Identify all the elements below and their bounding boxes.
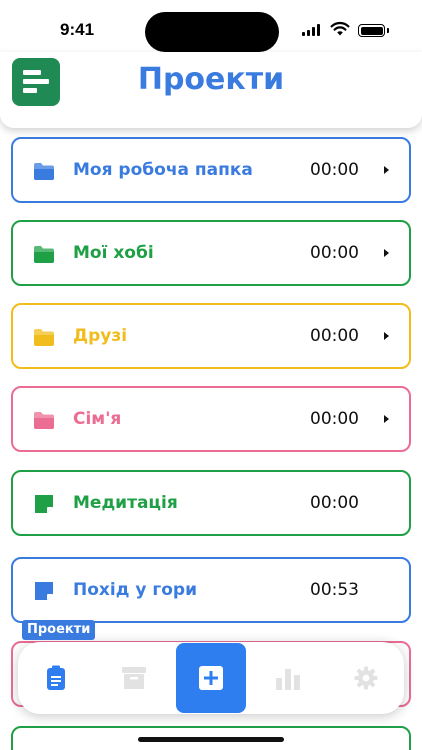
tab-label-badge: Проекти: [22, 620, 96, 640]
nav-projects-button[interactable]: [20, 642, 92, 714]
nav-settings-button[interactable]: [330, 642, 402, 714]
project-card[interactable]: Медитація 00:00: [11, 470, 411, 536]
project-card[interactable]: Мої хобі 00:00: [11, 220, 411, 286]
project-time: 00:00: [310, 243, 359, 263]
project-time: 00:00: [310, 409, 359, 429]
note-icon: [35, 582, 53, 600]
archive-icon: [122, 667, 146, 689]
project-card[interactable]: Друзі 00:00: [11, 303, 411, 369]
plus-icon: [199, 666, 223, 690]
wifi-icon: [330, 21, 350, 36]
chevron-right-icon: [384, 249, 389, 257]
battery-icon: [358, 24, 385, 37]
dynamic-island: [145, 12, 279, 52]
folder-icon: [34, 329, 54, 346]
nav-archive-button[interactable]: [98, 642, 170, 714]
project-card[interactable]: Похід у гори 00:53: [11, 557, 411, 623]
project-time: 00:00: [310, 493, 359, 513]
project-time: 00:00: [310, 160, 359, 180]
app-header: Проекти: [0, 52, 422, 128]
nav-stats-button[interactable]: [252, 642, 324, 714]
project-card[interactable]: Моя робоча папка 00:00: [11, 137, 411, 203]
chevron-right-icon: [384, 332, 389, 340]
project-time: 00:53: [310, 580, 359, 600]
bottom-nav: [18, 642, 404, 714]
add-project-button[interactable]: [176, 643, 246, 713]
folder-icon: [34, 163, 54, 180]
project-name: Моя робоча папка: [73, 160, 253, 180]
folder-icon: [34, 246, 54, 263]
project-name: Похід у гори: [73, 580, 197, 600]
battery-cap: [387, 28, 389, 33]
home-indicator: [138, 737, 284, 742]
project-name: Сім'я: [73, 409, 122, 429]
chevron-right-icon: [384, 166, 389, 174]
project-name: Медитація: [73, 493, 178, 513]
status-bar: 9:41: [0, 0, 422, 56]
folder-icon: [34, 412, 54, 429]
chevron-right-icon: [384, 415, 389, 423]
project-time: 00:00: [310, 326, 359, 346]
page-title: Проекти: [137, 62, 285, 97]
project-name: Мої хобі: [73, 243, 154, 263]
note-icon: [35, 495, 53, 513]
project-card[interactable]: Сім'я 00:00: [11, 386, 411, 452]
gear-icon: [354, 666, 378, 690]
status-time: 9:41: [60, 20, 95, 39]
project-name: Друзі: [73, 326, 128, 346]
bar-chart-icon: [276, 669, 300, 690]
clipboard-icon: [47, 665, 65, 690]
signal-icon: [302, 24, 320, 36]
